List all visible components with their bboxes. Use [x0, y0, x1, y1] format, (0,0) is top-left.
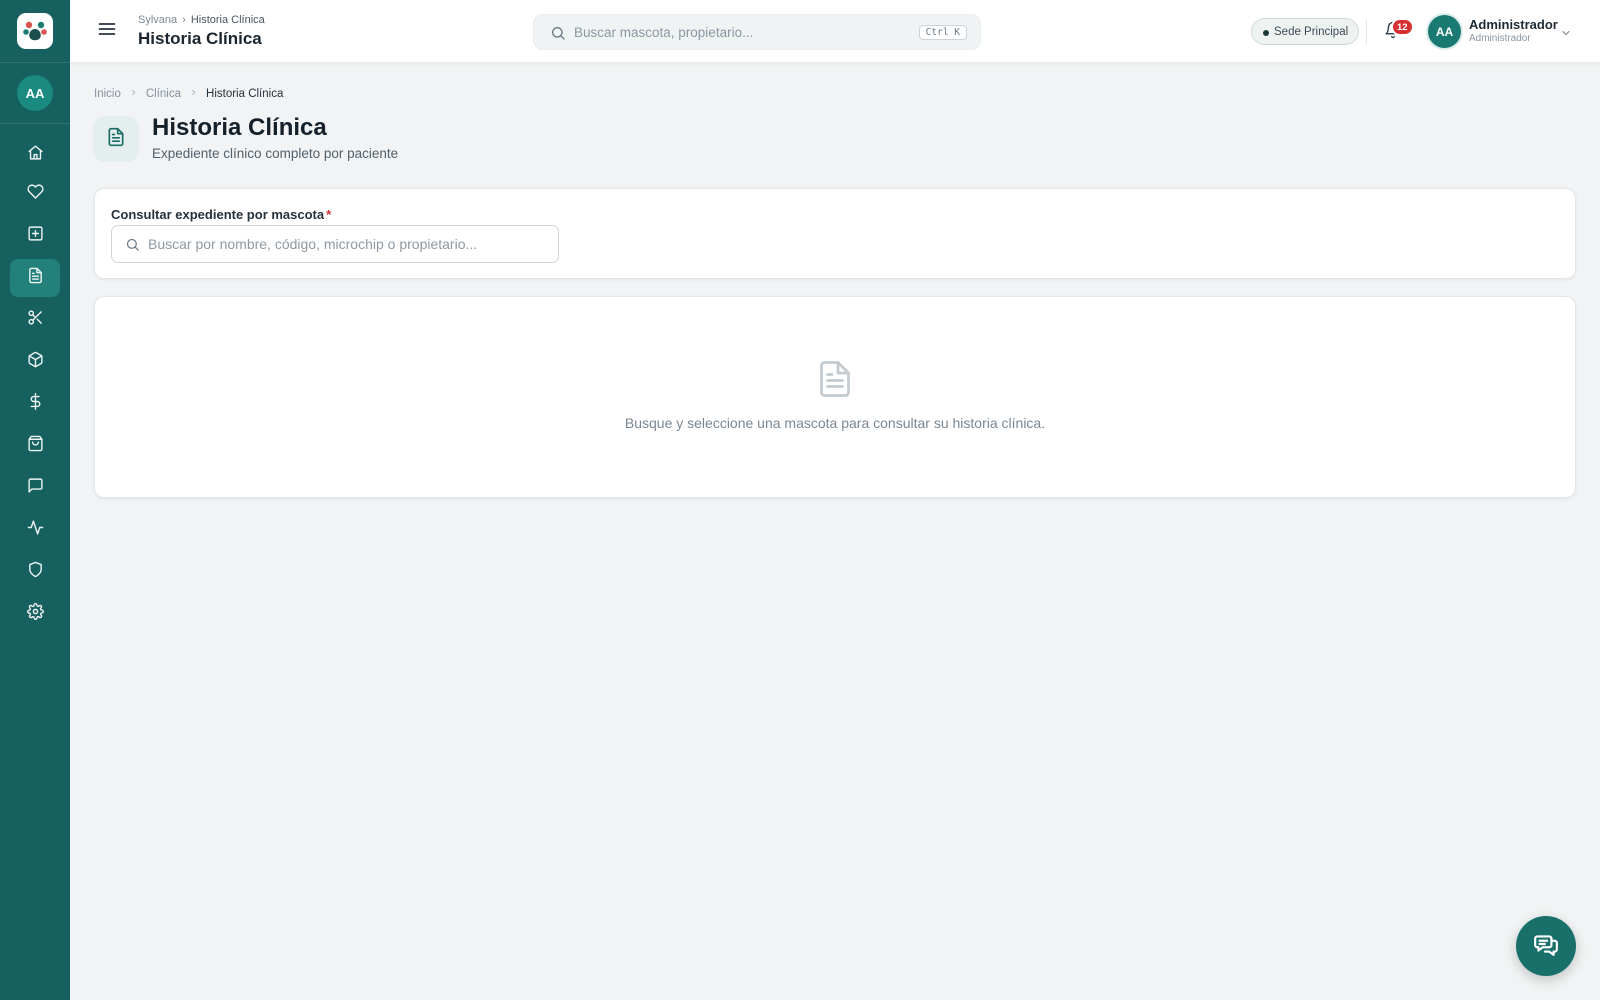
gear-icon: [26, 603, 44, 625]
header-divider: [1366, 20, 1367, 44]
breadcrumb: Inicio Clínica Historia Clínica: [94, 88, 283, 100]
sidebar-item-security[interactable]: [10, 553, 60, 591]
header-title: Historia Clínica: [138, 29, 262, 48]
breadcrumb-current: Historia Clínica: [206, 88, 284, 100]
sidebar-item-favorites[interactable]: [10, 175, 60, 213]
home-icon: [27, 144, 44, 166]
pet-search-field[interactable]: [111, 225, 559, 263]
scissors-icon: [27, 309, 44, 331]
sidebar-item-billing[interactable]: [10, 385, 60, 423]
breadcrumb-section[interactable]: Clínica: [146, 88, 181, 100]
branch-label: Sede Principal: [1274, 25, 1349, 38]
pet-search-card: Consultar expediente por mascota *: [94, 188, 1576, 279]
notifications-badge: 12: [1391, 18, 1414, 36]
global-search[interactable]: Ctrl K: [533, 14, 981, 50]
pet-search-label-text: Consultar expediente por mascota: [111, 207, 325, 222]
top-header: Sylvana › Historia Clínica Historia Clín…: [70, 0, 1600, 63]
sidebar-item-historia-clinica[interactable]: [10, 259, 60, 297]
sidebar-avatar[interactable]: AA: [17, 75, 53, 111]
user-menu-toggle[interactable]: [1560, 26, 1572, 38]
branch-selector[interactable]: Sede Principal: [1251, 18, 1360, 45]
user-role: Administrador: [1469, 33, 1531, 44]
status-dot-icon: [1263, 30, 1269, 36]
sidebar-divider: [0, 123, 70, 124]
search-shortcut-hint: Ctrl K: [918, 25, 967, 40]
header-breadcrumb: Sylvana › Historia Clínica: [138, 14, 265, 26]
sidebar-item-grooming[interactable]: [10, 301, 60, 339]
sidebar-item-activity[interactable]: [10, 511, 60, 549]
user-name[interactable]: Administrador: [1469, 17, 1558, 32]
sidebar-item-messages[interactable]: [10, 469, 60, 507]
heart-icon: [26, 183, 44, 205]
message-icon: [27, 477, 44, 499]
breadcrumb-home[interactable]: Inicio: [94, 88, 121, 100]
sidebar-item-home[interactable]: [10, 136, 60, 174]
page-title: Historia Clínica: [152, 114, 327, 141]
logo-container: [0, 0, 70, 63]
app-logo[interactable]: [17, 13, 53, 49]
page-icon-container: [93, 116, 139, 162]
page-subtitle: Expediente clínico completo por paciente: [152, 146, 399, 161]
chevron-right-icon: ›: [182, 14, 186, 26]
chevron-right-icon: [189, 88, 198, 100]
file-text-icon: [106, 127, 126, 152]
hamburger-icon: [97, 19, 117, 44]
pet-search-input[interactable]: [148, 226, 548, 262]
shield-icon: [27, 561, 44, 583]
global-search-input[interactable]: [574, 15, 894, 49]
empty-state-message: Busque y seleccione una mascota para con…: [624, 415, 1046, 431]
pet-search-label: Consultar expediente por mascota *: [111, 207, 331, 222]
chevron-down-icon: [1560, 26, 1572, 43]
sidebar-item-add[interactable]: [10, 217, 60, 255]
chat-icon: [1533, 931, 1559, 962]
sidebar: AA: [0, 0, 70, 1000]
sidebar-item-store[interactable]: [10, 427, 60, 465]
required-mark: *: [326, 207, 332, 222]
document-icon: [817, 359, 853, 399]
header-breadcrumb-current: Historia Clínica: [190, 14, 265, 26]
activity-icon: [27, 519, 44, 541]
user-avatar[interactable]: AA: [1428, 15, 1461, 48]
package-icon: [27, 351, 44, 373]
empty-state-card: Busque y seleccione una mascota para con…: [94, 296, 1576, 498]
header-breadcrumb-root[interactable]: Sylvana: [138, 14, 177, 26]
dollar-icon: [27, 393, 44, 415]
file-text-icon: [27, 267, 44, 289]
menu-toggle-button[interactable]: [96, 20, 118, 42]
sidebar-item-inventory[interactable]: [10, 343, 60, 381]
chevron-right-icon: [129, 88, 138, 100]
chat-fab-button[interactable]: [1516, 916, 1576, 976]
shopping-bag-icon: [27, 435, 44, 457]
plus-square-icon: [27, 225, 44, 247]
sidebar-item-settings[interactable]: [10, 595, 60, 633]
